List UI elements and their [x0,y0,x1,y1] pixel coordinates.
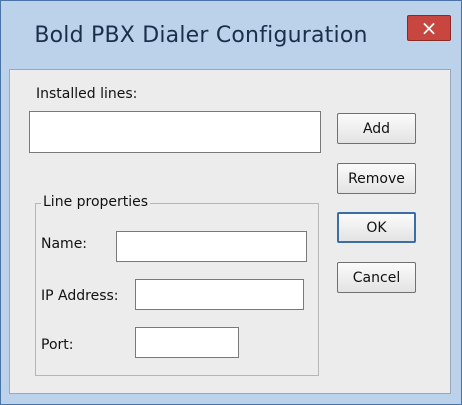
remove-button[interactable]: Remove [337,163,416,194]
installed-lines-listbox[interactable] [29,111,321,153]
installed-lines-label: Installed lines: [36,86,138,102]
line-properties-legend: Line properties [41,194,151,210]
add-button[interactable]: Add [337,113,416,144]
close-button[interactable]: × [407,15,451,41]
window-title: Bold PBX Dialer Configuration [34,23,368,48]
name-label: Name: [41,236,88,252]
ok-button[interactable]: OK [337,212,416,243]
cancel-button[interactable]: Cancel [337,262,416,293]
ip-address-label: IP Address: [41,288,119,304]
ip-address-field[interactable] [135,279,304,310]
close-icon: × [420,16,438,40]
port-field[interactable] [135,327,239,358]
name-field[interactable] [116,231,307,262]
port-label: Port: [41,337,74,353]
